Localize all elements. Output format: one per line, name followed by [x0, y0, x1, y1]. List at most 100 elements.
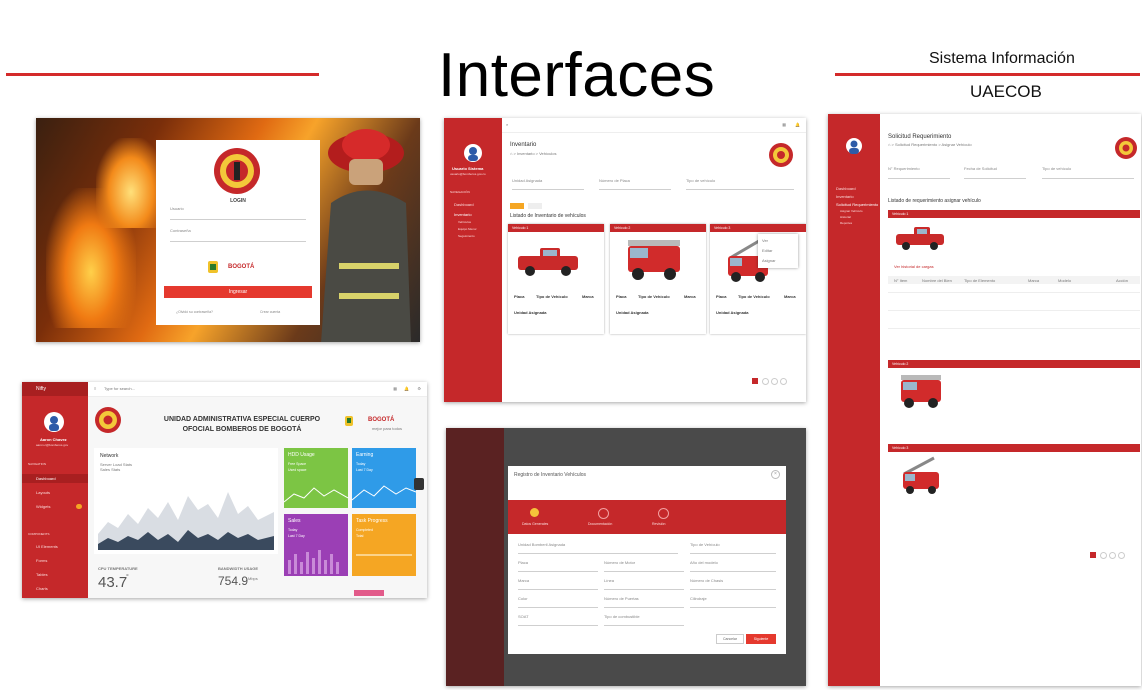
tile-line1: Today [356, 462, 366, 466]
nav-item-dashboard[interactable]: Dashboard [836, 186, 856, 191]
nav-item-requirement[interactable]: Solicitud Requerimiento [836, 202, 878, 207]
section-header-title: Vehículo 1 [892, 212, 909, 216]
menu-item-assign[interactable]: Asignar [762, 258, 776, 263]
sales-tile[interactable]: Sales Today Last 7 Day [284, 514, 348, 576]
pickup-truck-image [894, 224, 946, 257]
password-input[interactable] [170, 234, 306, 242]
grid-icon[interactable]: ▦ [782, 122, 786, 127]
field-line-input[interactable] [604, 582, 684, 590]
step-icon[interactable] [598, 508, 609, 519]
tile-line1: Free Space [288, 462, 307, 466]
cancel-button[interactable]: Cancelar [716, 634, 744, 644]
step-active-icon[interactable] [530, 508, 539, 517]
filter-type-select[interactable] [686, 182, 794, 190]
inventory-screen: Usuario Sistema usuario@bomberos.gov.co … [444, 118, 806, 402]
field-doors-input[interactable] [604, 600, 684, 608]
forgot-password-link[interactable]: ¿Olvidó su contraseña? [176, 310, 213, 314]
settings-icon[interactable]: ⚙ [417, 386, 421, 391]
nav-item-reports[interactable]: Reportes [840, 221, 852, 225]
search-icon[interactable]: ⌕ [506, 122, 508, 127]
next-button[interactable]: Siguiente [746, 634, 776, 644]
field-displacement-input[interactable] [690, 600, 776, 608]
pagination-page[interactable] [762, 378, 769, 385]
view-more-button[interactable] [354, 590, 384, 596]
filter-date-input[interactable] [964, 171, 1026, 179]
nav-item-tracking[interactable]: Seguimiento [458, 234, 475, 238]
fire-truck-image [624, 238, 684, 287]
app-brand-bar: Nifty [22, 382, 88, 396]
filter-type-select[interactable] [1042, 171, 1134, 179]
create-account-link[interactable]: Crear cuenta [260, 310, 280, 314]
bell-icon[interactable]: 🔔 [795, 122, 800, 127]
grid-icon[interactable]: ▦ [393, 386, 397, 391]
table-row [888, 292, 1140, 293]
breadcrumb[interactable]: ⌂ > Inventario > Vehículos [510, 151, 556, 156]
nav-item-vehicles[interactable]: Vehículos [458, 220, 471, 224]
menu-icon[interactable]: ≡ [94, 386, 96, 391]
system-name: Sistema Información [929, 50, 1075, 67]
pagination-page[interactable] [1109, 552, 1116, 559]
user-label: Usuario [170, 206, 184, 211]
pagination-page[interactable] [1118, 552, 1125, 559]
vehicle-card[interactable]: Vehículo 2 Placa Tipo de Vehículo Marca … [610, 224, 706, 334]
components-heading: COMPONENTS [28, 532, 50, 536]
field-type-select[interactable] [690, 546, 776, 554]
nav-item-forms[interactable]: Forms [36, 558, 47, 563]
filter-number-input[interactable] [888, 171, 950, 179]
task-progress-tile[interactable]: Task Progress Completed Total [352, 514, 416, 576]
hdd-usage-tile[interactable]: HDD Usage Free Space Used space [284, 448, 348, 508]
vehicle-card-title: Vehículo 1 [512, 226, 529, 230]
field-plate-input[interactable] [518, 564, 598, 572]
plate-label: Placa [716, 294, 727, 299]
pagination-current[interactable] [752, 378, 758, 384]
items-table-header: N° Item Nombre del Bien Tipo de Elemento… [888, 276, 1140, 284]
submit-button[interactable]: Ingresar [164, 286, 312, 298]
user-input[interactable] [170, 212, 306, 220]
field-engine-input[interactable] [604, 564, 684, 572]
earning-tile[interactable]: Earning Today Last 7 Day [352, 448, 416, 508]
menu-item-view[interactable]: Ver [762, 238, 768, 243]
close-icon[interactable]: × [771, 470, 780, 479]
history-link[interactable]: Ver historial de cargas [894, 264, 934, 269]
nav-item-assign[interactable]: Asignar Vehículo [840, 209, 863, 213]
breadcrumb[interactable]: ⌂ > Solicitud Requerimiento > Asignar Ve… [888, 142, 972, 147]
settings-toggle-button[interactable] [414, 478, 424, 490]
field-chassis-input[interactable] [690, 582, 776, 590]
nav-item-tables[interactable]: Tables [36, 572, 48, 577]
nav-item-layouts[interactable]: Layouts [36, 490, 50, 495]
vehicle-card[interactable]: Vehículo 3 Ver Editar Asignar Placa Tipo… [710, 224, 806, 334]
field-soat-input[interactable] [518, 618, 598, 626]
filter-plate-input[interactable] [599, 182, 671, 190]
menu-item-edit[interactable]: Editar [762, 248, 772, 253]
field-unit-input[interactable] [518, 546, 678, 554]
modal-title: Registro de Inventario Vehículos [514, 472, 586, 478]
pagination-page[interactable] [1100, 552, 1107, 559]
search-input[interactable]: Type for search... [104, 386, 135, 391]
nav-item-dashboard[interactable]: Dashboard [454, 202, 474, 207]
field-color-input[interactable] [518, 600, 598, 608]
nav-item-widgets[interactable]: Widgets [36, 504, 50, 509]
field-year-input[interactable] [690, 564, 776, 572]
fire-truck-image [898, 374, 944, 415]
nav-item-ui-elements[interactable]: UI Elements [36, 544, 58, 549]
bell-icon[interactable]: 🔔 [404, 386, 409, 391]
filter-unit-input[interactable] [512, 182, 584, 190]
field-brand-input[interactable] [518, 582, 598, 590]
pagination-current[interactable] [1090, 552, 1096, 558]
section-header-title: Vehículo 3 [892, 446, 909, 450]
nav-item-minor-equipment[interactable]: Equipo Menor [458, 227, 477, 231]
requirements-screen: Dashboard Inventario Solicitud Requerimi… [828, 114, 1141, 686]
nav-item-charts[interactable]: Charts [36, 586, 48, 591]
field-fuel-select[interactable] [604, 618, 684, 626]
filter-button[interactable] [510, 203, 524, 209]
tile-title: Sales [288, 518, 301, 524]
nav-item-history[interactable]: Historial [840, 215, 851, 219]
nav-item-dashboard-active[interactable]: Dashboard [22, 474, 88, 483]
nav-item-inventory[interactable]: Inventario [454, 212, 472, 217]
step-icon[interactable] [658, 508, 669, 519]
vehicle-card[interactable]: Vehículo 1 Placa Tipo de Vehículo Marca … [508, 224, 604, 334]
clear-button[interactable] [528, 203, 542, 209]
pagination-page[interactable] [780, 378, 787, 385]
nav-item-inventory[interactable]: Inventario [836, 194, 854, 199]
pagination-page[interactable] [771, 378, 778, 385]
